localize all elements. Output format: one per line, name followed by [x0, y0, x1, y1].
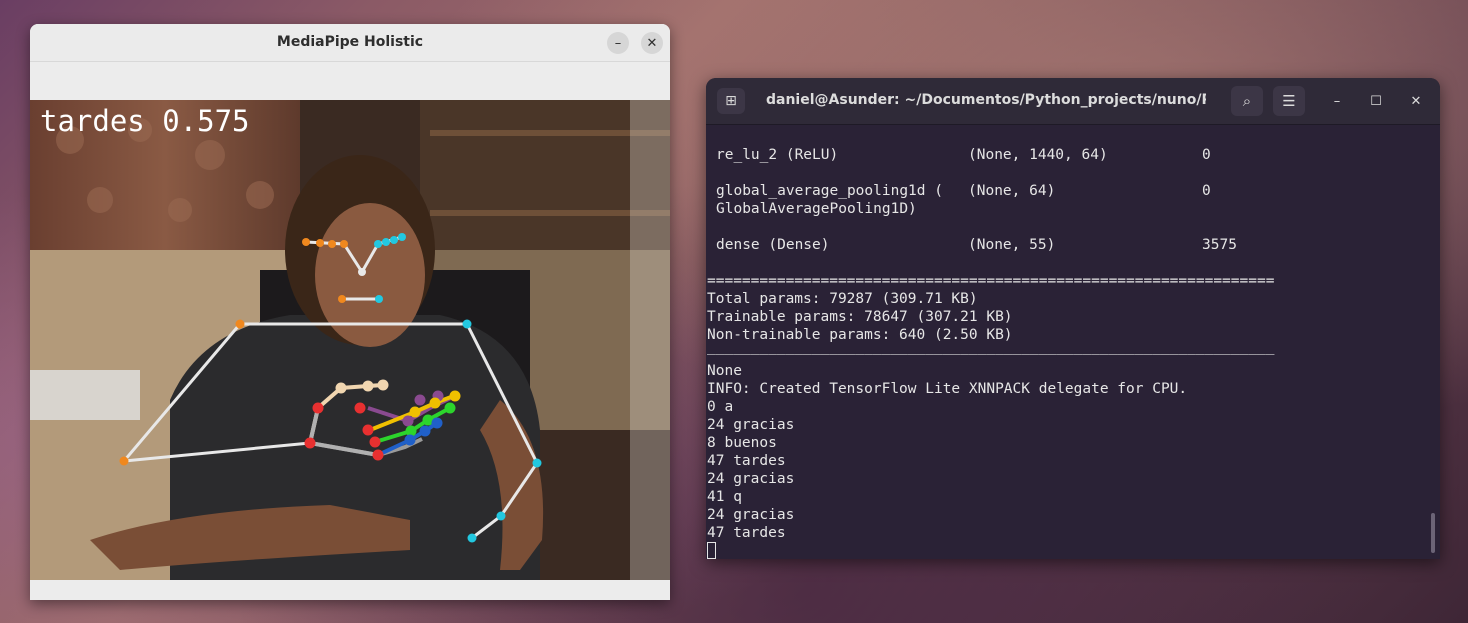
layer-params: 3575 — [1202, 237, 1237, 253]
terminal-title: daniel@Asunder: ~/Documentos/Python_proj… — [766, 92, 1206, 108]
window-title: MediaPipe Holistic — [276, 34, 424, 50]
terminal-window: ⊞ daniel@Asunder: ~/Documentos/Python_pr… — [706, 78, 1440, 559]
hamburger-menu-icon: ☰ — [1282, 92, 1296, 110]
output-line: 8 buenos — [707, 435, 777, 451]
minimize-icon: – — [1333, 93, 1341, 109]
terminal-cursor — [707, 542, 716, 559]
layer-name-continued: GlobalAveragePooling1D) — [716, 201, 917, 217]
output-line: 24 gracias — [707, 507, 795, 523]
terminal-headerbar[interactable]: ⊞ daniel@Asunder: ~/Documentos/Python_pr… — [706, 78, 1440, 125]
mediapipe-titlebar[interactable]: MediaPipe Holistic – ✕ — [30, 24, 670, 62]
terminal-scrollbar[interactable] — [1431, 513, 1435, 553]
output-line: INFO: Created TensorFlow Lite XNNPACK de… — [707, 381, 1188, 397]
output-line: 47 tardes — [707, 453, 786, 469]
search-icon: ⌕ — [1242, 92, 1252, 110]
output-line: None — [707, 363, 742, 379]
output-line: 47 tardes — [707, 525, 786, 541]
layer-shape: (None, 1440, 64) — [968, 147, 1108, 163]
menu-button[interactable]: ☰ — [1273, 86, 1305, 116]
mediapipe-window: MediaPipe Holistic – ✕ tardes 0.575 — [30, 24, 670, 600]
total-params: Total params: 79287 (309.71 KB) — [707, 291, 978, 307]
minimize-icon: – — [614, 35, 622, 51]
layer-name: re_lu_2 (ReLU) — [716, 147, 839, 163]
new-tab-button[interactable]: ⊞ — [717, 88, 745, 114]
layer-shape: (None, 64) — [968, 183, 1056, 199]
layer-name: dense (Dense) — [716, 237, 830, 253]
output-line: 24 gracias — [707, 417, 795, 433]
terminal-output[interactable]: re_lu_2 (ReLU) (None, 1440, 64) 0 global… — [706, 125, 1440, 559]
output-line: 24 gracias — [707, 471, 795, 487]
new-tab-icon: ⊞ — [725, 93, 737, 109]
close-button[interactable]: ✕ — [1405, 90, 1427, 112]
maximize-icon: ☐ — [1370, 93, 1382, 109]
trainable-params: Trainable params: 78647 (307.21 KB) — [707, 309, 1013, 325]
search-button[interactable]: ⌕ — [1231, 86, 1263, 116]
output-line: 0 a — [707, 399, 734, 415]
minimize-button[interactable]: – — [1326, 90, 1348, 112]
minimize-button[interactable]: – — [607, 32, 629, 54]
close-icon: ✕ — [646, 35, 658, 51]
layer-params: 0 — [1202, 147, 1211, 163]
output-line: 41 q — [707, 489, 742, 505]
separator-double: ========================================… — [707, 273, 1275, 289]
close-button[interactable]: ✕ — [641, 32, 663, 54]
prediction-overlay: tardes 0.575 — [40, 104, 250, 138]
books — [30, 370, 140, 420]
close-icon: ✕ — [1410, 93, 1422, 109]
webcam-canvas: tardes 0.575 — [30, 100, 670, 580]
layer-params: 0 — [1202, 183, 1211, 199]
layer-shape: (None, 55) — [968, 237, 1056, 253]
layer-name: global_average_pooling1d ( — [716, 183, 943, 199]
separator-single: ________________________________________… — [707, 339, 1275, 355]
maximize-button[interactable]: ☐ — [1365, 90, 1387, 112]
